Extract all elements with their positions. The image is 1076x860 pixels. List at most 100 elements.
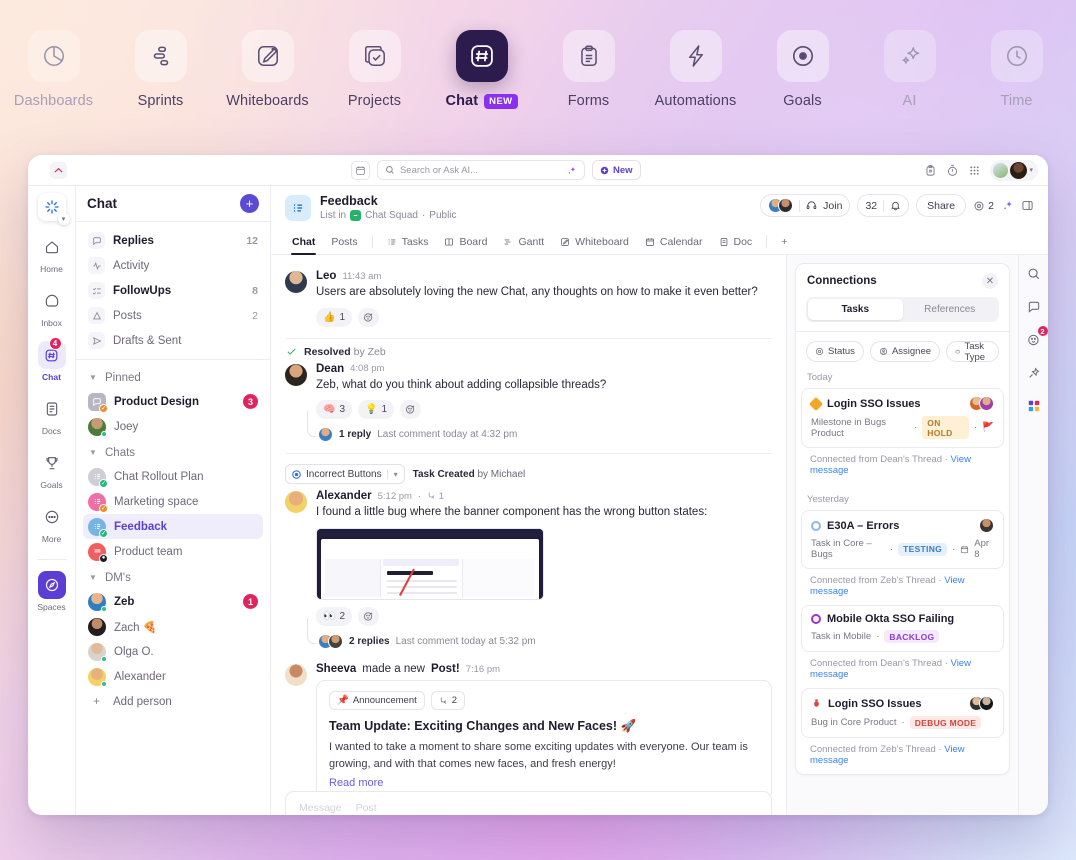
connection-item[interactable]: Login SSO Issues Bug in Core Product · D… (801, 688, 1004, 766)
search-icon[interactable] (1024, 264, 1044, 284)
workspace-logo-icon[interactable]: ▾ (37, 193, 70, 225)
filter-assignee[interactable]: Assignee (869, 341, 941, 362)
connection-item[interactable]: Mobile Okta SSO Failing Task in Mobile ·… (801, 605, 1004, 680)
post-thread-count-chip[interactable]: 2 (430, 691, 466, 711)
tab-doc[interactable]: Doc (712, 229, 760, 254)
sidebar-item-more[interactable]: More (30, 503, 74, 544)
segment-references[interactable]: References (903, 299, 998, 320)
filter-task-type[interactable]: Task Type (946, 341, 999, 363)
dm-item-alexander[interactable]: Alexander (83, 664, 263, 689)
chat-nav-activity[interactable]: Activity (83, 253, 263, 278)
stopwatch-icon[interactable] (946, 164, 959, 177)
tab-calendar[interactable]: Calendar (638, 229, 710, 254)
chat-nav-drafts[interactable]: Drafts & Sent (83, 328, 263, 353)
search-input[interactable]: Search or Ask AI... (376, 160, 585, 180)
tab-tasks[interactable]: Tasks (380, 229, 436, 254)
dm-item-zeb[interactable]: Zeb 1 (83, 589, 263, 614)
nav-item-projects[interactable]: Projects (321, 30, 428, 109)
sidebar-item-goals[interactable]: Goals (30, 449, 74, 490)
reaction-chip[interactable]: 🧠 3 (316, 400, 353, 420)
connection-card[interactable]: Login SSO Issues Milestone in Bugs Produ… (801, 388, 1004, 448)
add-reaction-button[interactable] (400, 400, 422, 420)
panel-toggle-icon[interactable] (1021, 199, 1034, 212)
new-chat-button[interactable]: + (240, 194, 259, 213)
calendar-icon[interactable] (350, 160, 370, 180)
sidebar-item-inbox[interactable]: Inbox (30, 287, 74, 328)
chat-item-feedback[interactable]: ✓ Feedback (83, 514, 263, 539)
sidebar-item-home[interactable]: Home (30, 233, 74, 274)
emoji-reaction-icon[interactable]: 2 (1024, 325, 1048, 350)
segment-tasks[interactable]: Tasks (808, 299, 903, 320)
join-group[interactable]: Join (760, 194, 851, 217)
post-card[interactable]: 📌 Announcement 2 Team Update: Exciting C… (316, 680, 772, 802)
announcement-chip[interactable]: 📌 Announcement (329, 691, 425, 711)
apps-grid-icon[interactable] (968, 164, 981, 177)
add-person-button[interactable]: + Add person (83, 689, 263, 714)
nav-item-time[interactable]: Time (963, 30, 1070, 109)
clipboard-icon[interactable] (924, 164, 937, 177)
connection-item[interactable]: E30A – Errors Task in Core – Bugs · TEST… (801, 510, 1004, 597)
apps-color-icon[interactable] (1024, 396, 1044, 416)
nav-item-chat[interactable]: Chat NEW (428, 30, 535, 109)
tab-add-view[interactable]: + (774, 229, 794, 254)
user-menu[interactable]: ▾ (990, 159, 1038, 181)
message-composer[interactable]: Message Post (285, 791, 772, 815)
ai-sparkle-icon[interactable] (1001, 199, 1014, 212)
chat-nav-followups[interactable]: FollowUps 8 (83, 278, 263, 303)
group-header-pinned[interactable]: ▼ Pinned (83, 366, 263, 389)
chat-item-product-design[interactable]: ✓ Product Design 3 (83, 389, 263, 414)
tab-whiteboard[interactable]: Whiteboard (553, 229, 636, 254)
share-button[interactable]: Share (916, 194, 967, 217)
group-header-chats[interactable]: ▼ Chats (83, 441, 263, 464)
thread-scroll[interactable]: Leo 11:43 am Users are absolutely loving… (271, 255, 786, 803)
sidebar-item-spaces[interactable]: Spaces (30, 571, 74, 612)
nav-item-goals[interactable]: Goals (749, 30, 856, 109)
chevron-down-icon[interactable]: ▾ (386, 469, 398, 479)
nav-item-forms[interactable]: Forms (535, 30, 642, 109)
connection-item[interactable]: Login SSO Issues Milestone in Bugs Produ… (801, 388, 1004, 476)
sidebar-item-docs[interactable]: Docs (30, 395, 74, 436)
read-more-link[interactable]: Read more (329, 777, 759, 789)
add-reaction-button[interactable] (358, 307, 380, 327)
chat-item-product-team[interactable]: ● Product team (83, 539, 263, 564)
group-header-dms[interactable]: ▼ DM's (83, 566, 263, 589)
composer-tab-message[interactable]: Message (299, 802, 342, 814)
tab-gantt[interactable]: Gantt (496, 229, 551, 254)
filter-status[interactable]: Status (806, 341, 864, 362)
chat-item-marketing-space[interactable]: ✓ Marketing space (83, 489, 263, 514)
screenshot-attachment[interactable] (316, 528, 544, 601)
sidebar-item-chat[interactable]: 4 Chat (30, 337, 74, 382)
chat-item-joey[interactable]: Joey (83, 414, 263, 439)
app-logo-icon[interactable] (50, 161, 67, 179)
dm-item-zach[interactable]: Zach 🍕 (83, 614, 263, 639)
breadcrumb-space[interactable]: Chat Squad (365, 210, 418, 221)
nav-item-dashboards[interactable]: Dashboards (0, 30, 107, 109)
chat-nav-posts[interactable]: Posts 2 (83, 303, 263, 328)
add-reaction-button[interactable] (358, 607, 380, 627)
task-chip[interactable]: Incorrect Buttons ▾ (285, 464, 405, 485)
chat-item-chat-rollout-plan[interactable]: ✓ Chat Rollout Plan (83, 464, 263, 489)
tab-posts[interactable]: Posts (324, 229, 364, 254)
watchers-group[interactable]: 2 (973, 200, 994, 212)
connection-card[interactable]: Mobile Okta SSO Failing Task in Mobile ·… (801, 605, 1004, 652)
reaction-chip[interactable]: 👍 1 (316, 307, 353, 327)
dm-item-olga[interactable]: Olga O. (83, 639, 263, 664)
connection-card[interactable]: Login SSO Issues Bug in Core Product · D… (801, 688, 1004, 738)
nav-item-sprints[interactable]: Sprints (107, 30, 214, 109)
composer-tab-post[interactable]: Post (356, 802, 377, 814)
close-icon[interactable]: ✕ (982, 273, 998, 289)
tab-board[interactable]: Board (437, 229, 494, 254)
members-notifications-group[interactable]: 32 (857, 194, 910, 217)
nav-item-automations[interactable]: Automations (642, 30, 749, 109)
tab-chat[interactable]: Chat (285, 229, 322, 255)
pin-icon[interactable] (1024, 363, 1044, 383)
new-button[interactable]: New (591, 160, 641, 180)
comment-bubble-icon[interactable] (1024, 297, 1044, 317)
reaction-chip[interactable]: 👀 2 (316, 607, 353, 627)
connection-card[interactable]: E30A – Errors Task in Core – Bugs · TEST… (801, 510, 1004, 569)
thread-reply-link[interactable]: 2 replies Last comment today at 5:32 pm (307, 618, 772, 650)
ai-sparkle-icon[interactable] (566, 165, 577, 176)
nav-item-whiteboards[interactable]: Whiteboards (214, 30, 321, 109)
thread-reply-link[interactable]: 1 reply Last comment today at 4:32 pm (307, 411, 772, 443)
chat-nav-replies[interactable]: Replies 12 (83, 228, 263, 253)
